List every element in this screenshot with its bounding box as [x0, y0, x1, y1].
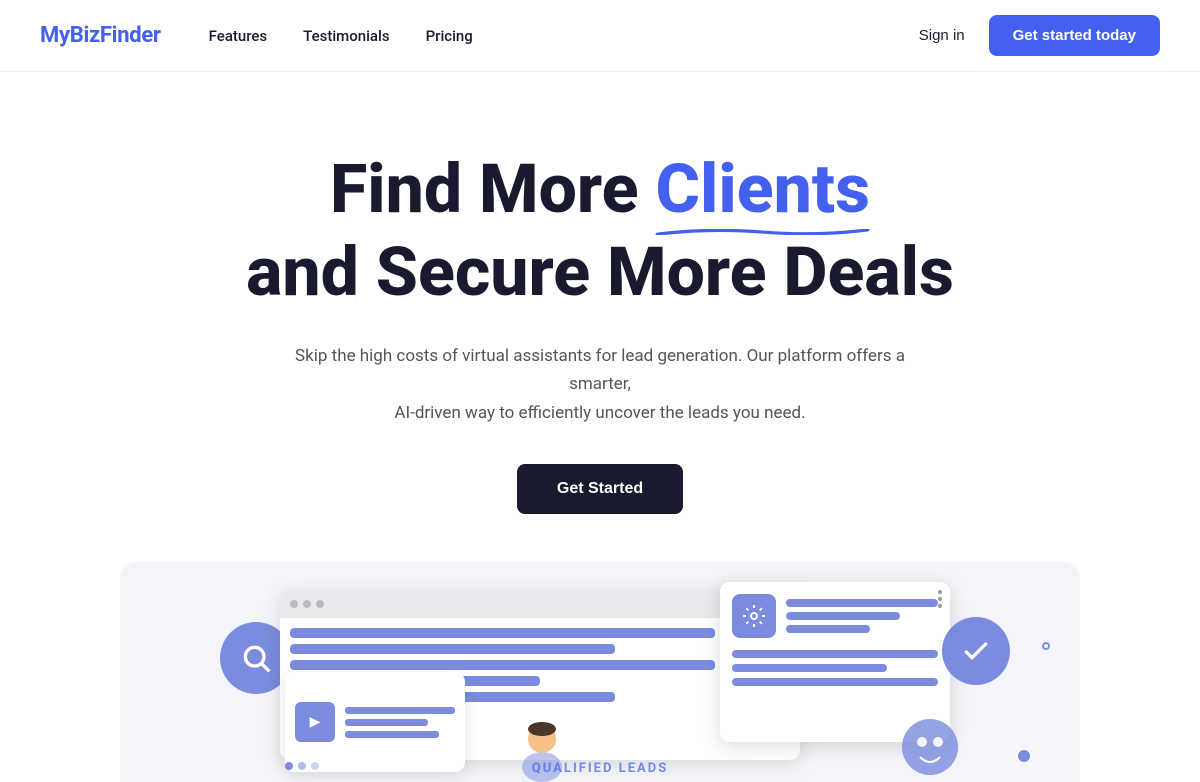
settings-line-2: [786, 612, 900, 620]
hero-title-blue: Clients: [655, 152, 870, 227]
gear-icon: [732, 594, 776, 638]
nav-item-pricing[interactable]: Pricing: [426, 26, 473, 45]
browser-bar-1: [290, 628, 715, 638]
nav-left: MyBizFinder Features Testimonials Pricin…: [40, 23, 473, 48]
check-icon-circle: [942, 617, 1010, 685]
play-line-3: [345, 731, 439, 738]
get-started-top-button[interactable]: Get started today: [989, 15, 1160, 56]
play-card-lines: [345, 707, 455, 738]
nav-item-features[interactable]: Features: [209, 26, 267, 45]
logo: MyBizFinder: [40, 23, 161, 48]
settings-line-4: [732, 650, 938, 658]
settings-line-3: [786, 625, 870, 633]
qualified-leads-label: QUALIFIED LEADS: [532, 761, 668, 776]
bottom-dot-3: [311, 762, 319, 770]
nav-item-testimonials[interactable]: Testimonials: [303, 26, 389, 45]
right-dot-1: [1018, 750, 1030, 762]
settings-line-5: [732, 664, 887, 672]
browser-dot-2: [303, 600, 311, 608]
settings-lines: [786, 599, 938, 633]
menu-dot-3: [938, 604, 942, 608]
hero-cta-button[interactable]: Get Started: [517, 464, 683, 514]
bottom-dot-1: [285, 762, 293, 770]
nav-links: Features Testimonials Pricing: [209, 26, 473, 45]
nav-link-testimonials[interactable]: Testimonials: [303, 27, 389, 45]
browser-dot-3: [316, 600, 324, 608]
navbar: MyBizFinder Features Testimonials Pricin…: [0, 0, 1200, 72]
hero-title-line2: and Secure More Deals: [246, 235, 954, 310]
nav-right: Sign in Get started today: [919, 15, 1160, 56]
play-card: ▶: [285, 672, 465, 772]
browser-dot-1: [290, 600, 298, 608]
logo-suffix: Finder: [100, 23, 161, 48]
settings-bottom-lines: [732, 650, 938, 686]
hero-desc-line2: AI-driven way to efficiently uncover the…: [394, 403, 805, 423]
settings-line-1: [786, 599, 938, 607]
hero-title-line1: Find More Clients: [330, 152, 870, 227]
hero-title-plain: Find More: [330, 149, 655, 229]
settings-line-6: [732, 678, 938, 686]
nav-link-pricing[interactable]: Pricing: [426, 27, 473, 45]
right-dot-2: [1042, 642, 1050, 650]
browser-bar-3: [290, 660, 715, 670]
menu-dot-1: [938, 590, 942, 594]
bottom-dots-bar: [285, 762, 319, 770]
sign-in-button[interactable]: Sign in: [919, 27, 965, 44]
bottom-dot-2: [298, 762, 306, 770]
play-line-2: [345, 719, 428, 726]
hero-section: Find More Clients and Secure More Deals …: [0, 72, 1200, 782]
face-circle-icon: [900, 717, 960, 777]
browser-bar-2: [290, 644, 615, 654]
menu-dot-2: [938, 597, 942, 601]
hero-desc-line1: Skip the high costs of virtual assistant…: [295, 346, 905, 395]
settings-panel-top: [732, 594, 938, 638]
play-line-1: [345, 707, 455, 714]
hero-illustration: ▶: [120, 562, 1080, 782]
three-dot-menu: [938, 590, 942, 608]
hero-description: Skip the high costs of virtual assistant…: [280, 342, 920, 429]
logo-prefix: MyBiz: [40, 23, 100, 48]
nav-link-features[interactable]: Features: [209, 27, 267, 45]
play-button-icon: ▶: [295, 702, 335, 742]
